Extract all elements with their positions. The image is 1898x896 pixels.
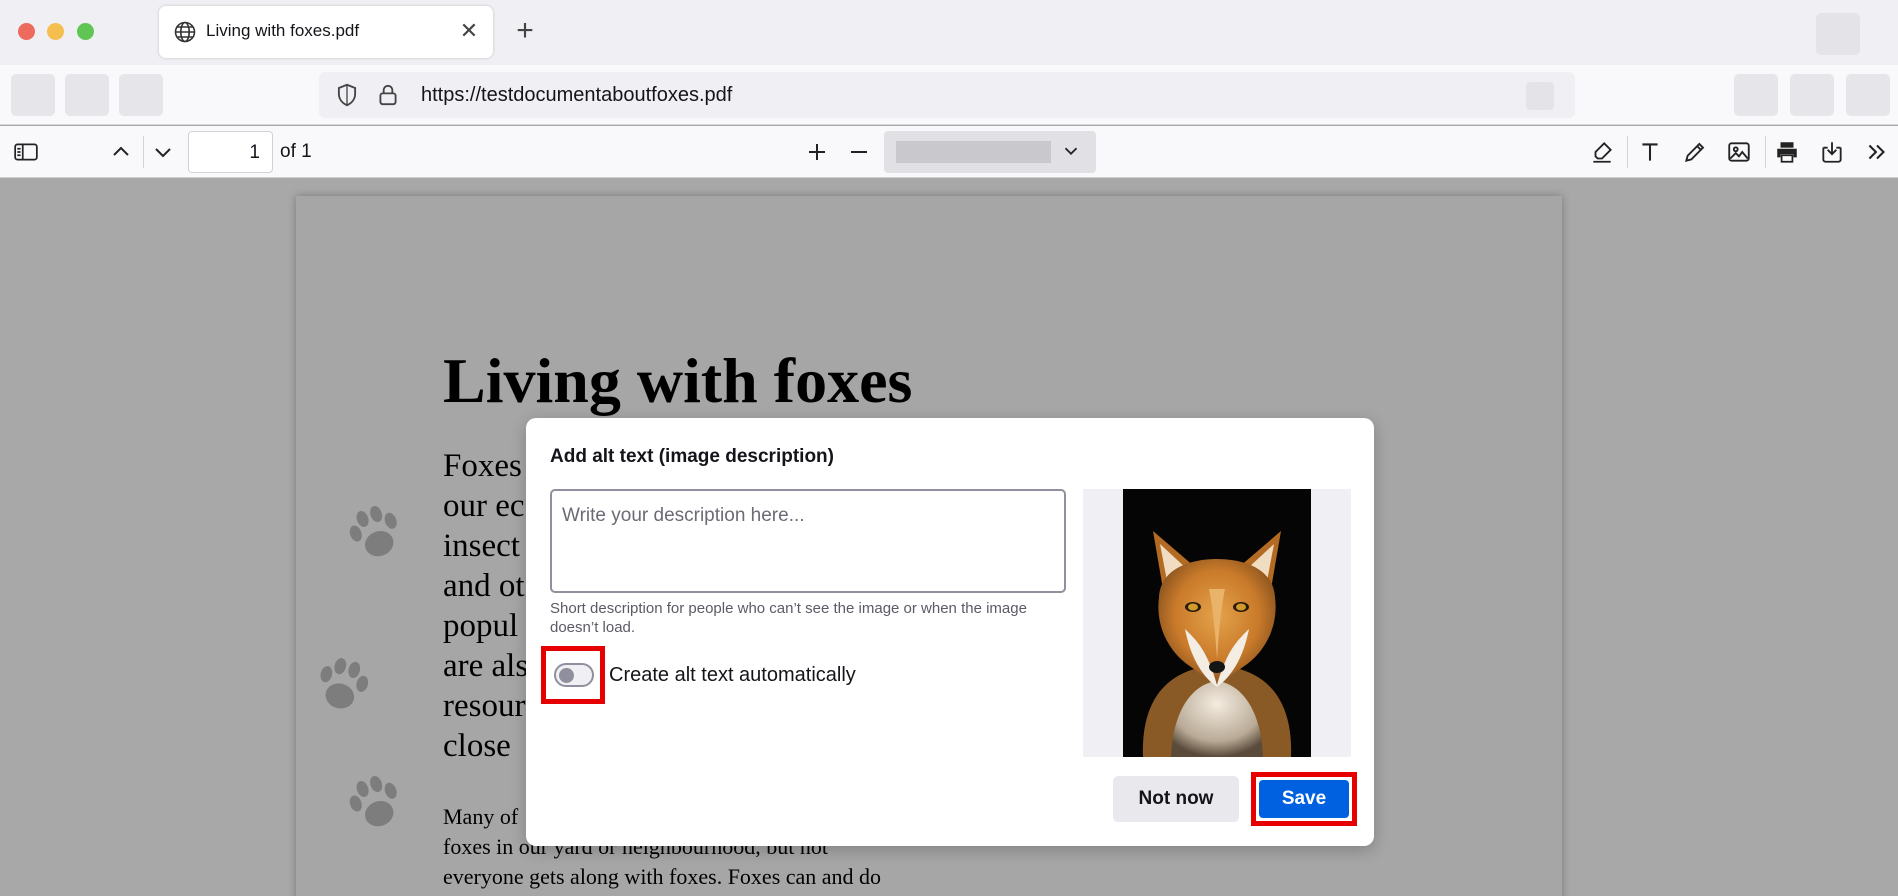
alt-text-help-text: Short description for people who can’t s…	[550, 600, 1027, 636]
previous-page-icon[interactable]	[108, 139, 134, 165]
paragraph-line: resour	[443, 688, 526, 724]
text-icon[interactable]	[1637, 139, 1663, 165]
zoom-in-icon[interactable]	[804, 139, 830, 165]
toolbar-placeholder-button[interactable]	[1816, 13, 1860, 55]
auto-alt-text-toggle[interactable]	[554, 663, 594, 687]
paw-print-icon	[349, 506, 397, 557]
paragraph-line: everyone gets along with foxes. Foxes ca…	[443, 864, 882, 889]
next-page-icon[interactable]	[150, 139, 176, 165]
new-tab-button[interactable]: +	[512, 16, 538, 46]
zoom-out-icon[interactable]	[846, 139, 872, 165]
paragraph-line: are als	[443, 648, 529, 684]
window-minimize-button[interactable]	[47, 23, 64, 40]
auto-alt-text-label[interactable]: Create alt text automatically	[609, 664, 856, 687]
shield-icon[interactable]	[334, 82, 360, 108]
paragraph-line: and ot	[443, 568, 525, 604]
back-button[interactable]	[11, 74, 55, 116]
paragraph-line: our ec	[443, 488, 525, 524]
image-preview-panel	[1083, 489, 1351, 757]
save-button[interactable]: Save	[1259, 780, 1349, 818]
paragraph-line: popul	[443, 608, 519, 644]
window-close-button[interactable]	[18, 23, 35, 40]
document-title: Living with foxes	[443, 345, 913, 416]
paw-print-icon	[320, 658, 369, 709]
toolbar-extension-button[interactable]	[1734, 74, 1778, 116]
document-paragraph: Foxes our ec insect and ot popul are als…	[443, 446, 533, 766]
zoom-select[interactable]	[884, 131, 1096, 173]
zoom-value-placeholder	[896, 141, 1051, 163]
highlight-icon[interactable]	[1589, 139, 1615, 165]
browser-tab[interactable]: Living with foxes.pdf ✕	[159, 6, 493, 58]
toolbar-separator	[143, 136, 144, 168]
paragraph-line: close	[443, 728, 511, 764]
save-download-icon[interactable]	[1819, 139, 1845, 165]
url-bar[interactable]: https://testdocumentaboutfoxes.pdf	[319, 72, 1575, 118]
forward-button[interactable]	[65, 74, 109, 116]
alt-text-dialog: Add alt text (image description) Short d…	[526, 418, 1374, 846]
toolbar-separator	[1627, 136, 1628, 168]
page-action-button[interactable]	[1526, 82, 1554, 110]
toolbar-extension-button[interactable]	[1790, 74, 1834, 116]
window-maximize-button[interactable]	[77, 23, 94, 40]
auto-alt-text-toggle-highlight	[541, 646, 605, 704]
reload-button[interactable]	[119, 74, 163, 116]
page-number-input[interactable]: 1	[188, 131, 273, 173]
chevron-down-icon	[1060, 140, 1082, 162]
browser-title-bar: Living with foxes.pdf ✕ +	[0, 0, 1898, 65]
lock-icon[interactable]	[375, 82, 401, 108]
alt-text-description-input[interactable]	[550, 489, 1066, 593]
paw-print-icon	[349, 776, 397, 827]
fox-image-preview	[1123, 489, 1311, 757]
url-text[interactable]: https://testdocumentaboutfoxes.pdf	[421, 84, 732, 107]
dialog-title: Add alt text (image description)	[550, 446, 834, 467]
draw-pencil-icon[interactable]	[1682, 139, 1708, 165]
toolbar-separator	[1765, 136, 1766, 168]
navigation-bar: https://testdocumentaboutfoxes.pdf	[0, 65, 1898, 125]
pdf-toolbar: 1 of 1	[0, 126, 1898, 178]
paragraph-line: Foxes	[443, 448, 522, 484]
sidebar-toggle-icon[interactable]	[13, 139, 39, 165]
app-menu-button[interactable]	[1846, 74, 1890, 116]
globe-icon	[173, 20, 197, 44]
save-button-highlight: Save	[1251, 772, 1357, 826]
page-count-label: of 1	[280, 141, 312, 162]
toggle-knob	[559, 668, 574, 683]
print-icon[interactable]	[1774, 139, 1800, 165]
tab-close-icon[interactable]: ✕	[457, 18, 481, 43]
add-image-icon[interactable]	[1726, 139, 1752, 165]
not-now-button[interactable]: Not now	[1113, 776, 1239, 822]
tab-title: Living with foxes.pdf	[206, 21, 360, 40]
paragraph-line: insect	[443, 528, 520, 564]
more-tools-icon[interactable]	[1864, 139, 1890, 165]
